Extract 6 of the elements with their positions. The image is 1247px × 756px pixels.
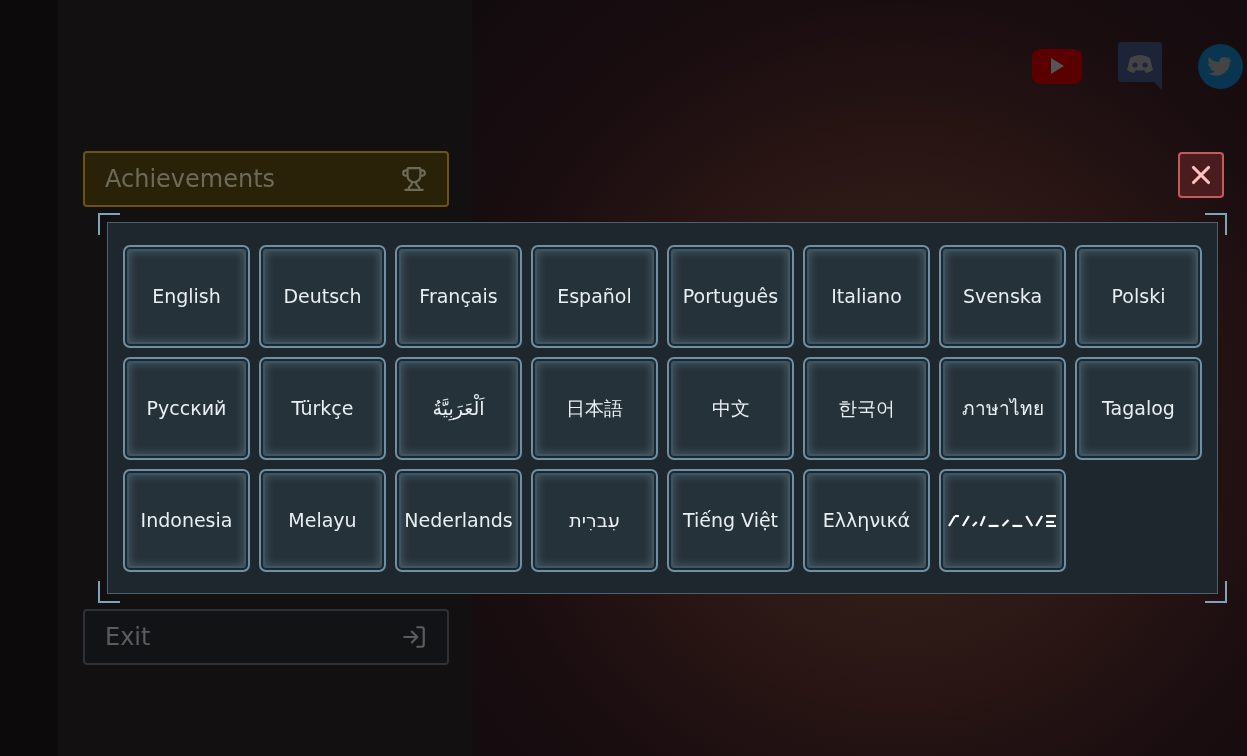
exit-icon — [401, 624, 427, 650]
video-play-icon[interactable] — [1032, 48, 1082, 84]
bird-icon[interactable] — [1198, 43, 1243, 89]
close-button[interactable] — [1178, 152, 1224, 198]
trophy-icon — [401, 166, 427, 192]
chat-controller-icon[interactable] — [1118, 42, 1162, 90]
